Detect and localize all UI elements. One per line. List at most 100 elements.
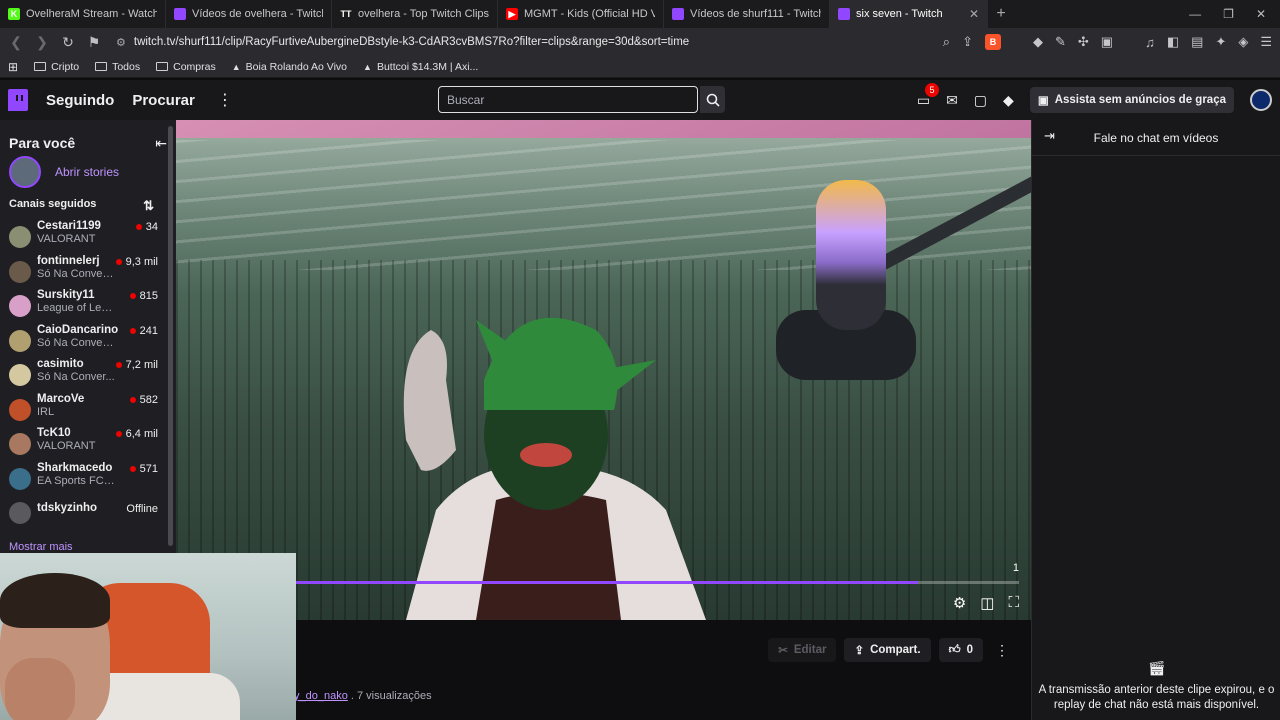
browser-tab[interactable]: Vídeos de ovelhera - Twitch [166, 0, 332, 28]
sidebar-channel[interactable]: CaioDancarino Só Na Conversa 241 [0, 324, 176, 359]
menu-icon[interactable]: ☰ [1260, 34, 1272, 50]
bookmark-label: Compras [173, 60, 216, 73]
channel-avatar [9, 295, 31, 317]
bookmark-label: Todos [112, 60, 141, 73]
forward-icon[interactable]: ❯ [34, 34, 50, 51]
sidebar-scrollbar[interactable] [168, 126, 173, 546]
clapperboard-icon: 🎬︎ [1147, 660, 1166, 676]
maximize-icon[interactable]: ❐ [1223, 7, 1234, 21]
search-input[interactable]: Buscar [438, 86, 698, 113]
browse-link[interactable]: Procurar [132, 92, 195, 109]
seek-bar[interactable] [176, 581, 1019, 584]
bookmark-item[interactable]: Compras [156, 61, 216, 73]
stories-label[interactable]: Abrir stories [55, 165, 119, 179]
notifications-icon[interactable]: ▭ 5 [917, 82, 940, 109]
more-options-icon[interactable]: ⋮ [991, 642, 1013, 659]
site-info-icon[interactable]: ⚙ [116, 36, 126, 49]
extension-icon[interactable]: ◆ [1033, 34, 1043, 50]
scissors-icon: ✂ [778, 645, 788, 657]
sidebar-channel[interactable]: Cestari1199 VALORANT 34 [0, 220, 176, 255]
like-button[interactable]: 👍︎ 0 [938, 638, 983, 662]
music-icon[interactable]: ♫ [1145, 35, 1155, 50]
zoom-icon[interactable]: ⌕ [943, 34, 950, 50]
brave-shield-icon[interactable]: B [984, 34, 1001, 50]
channel-list: Cestari1199 VALORANT 34 fontinnelerj Só Na C… [0, 220, 176, 531]
search-button[interactable] [700, 86, 725, 113]
close-tab-icon[interactable]: ✕ [969, 7, 979, 21]
apps-icon[interactable]: ⊞ [8, 60, 18, 74]
video-player[interactable]: 1 ⚙ ◫ ⛶ [176, 120, 1031, 620]
viewer-count: 571 [129, 463, 158, 475]
share-icon[interactable]: ⇪ [962, 34, 973, 50]
close-window-icon[interactable]: ✕ [1256, 7, 1266, 21]
bookmark-item[interactable]: ▲ Boia Rolando Ao Vivo [232, 61, 347, 73]
folder-icon [156, 62, 169, 71]
sidebar-channel[interactable]: Sharkmacedo EA Sports FC 26 571 [0, 462, 176, 497]
sidebar-channel[interactable]: casimito Só Na Conver... 7,2 mil [0, 358, 176, 393]
bookmark-item[interactable]: ▲ Buttcoi $14.3M | Axi... [363, 61, 478, 73]
notification-badge: 5 [925, 82, 940, 97]
window-controls: — ❐ ✕ [1189, 7, 1280, 21]
twitch-logo-icon[interactable] [8, 89, 28, 111]
extension-icon[interactable]: ✎ [1055, 34, 1066, 50]
chat-title: Fale no chat em vídeos [1093, 130, 1219, 145]
user-avatar[interactable] [1250, 89, 1272, 111]
browser-tab[interactable]: Vídeos de shurf111 - Twitch [664, 0, 830, 28]
channel-category: Só Na Conver... [37, 371, 115, 383]
minimize-icon[interactable]: — [1189, 7, 1201, 21]
more-menu-icon[interactable]: ⋮ [217, 90, 233, 110]
sidebar-channel[interactable]: tdskyzinho Offline [0, 496, 176, 531]
sidebar-channel[interactable]: MarcoVe IRL 582 [0, 393, 176, 428]
share-button[interactable]: ⇪ Compart. [844, 638, 931, 662]
browser-tab[interactable]: ▶ MGMT - Kids (Official HD Video) - Yo [498, 0, 664, 28]
theatre-mode-icon[interactable]: ◫ [980, 594, 994, 612]
url-field[interactable]: ⚙ twitch.tv/shurf111/clip/RacyFurtiveAub… [112, 31, 933, 53]
channel-name: Cestari1199 [37, 220, 101, 232]
live-dot-icon [115, 431, 122, 437]
edit-button[interactable]: ✂ Editar [768, 638, 837, 662]
collapse-sidebar-icon[interactable]: ⇤ [155, 135, 167, 152]
browser-tab[interactable]: K OvelheraM Stream - Watch Live on K [0, 0, 166, 28]
live-dot-icon [129, 327, 136, 334]
browser-tab[interactable]: six seven - Twitch ✕ [830, 0, 988, 28]
address-bar: ❮ ❯ ↻ ⚑ ⚙ twitch.tv/shurf111/clip/RacyFu… [0, 28, 1280, 56]
channel-name: Sharkmacedo [37, 461, 113, 474]
story-avatar[interactable] [9, 156, 41, 188]
sidebar-channel[interactable]: TcK10 VALORANT 6,4 mil [0, 427, 176, 462]
new-tab-button[interactable]: + [988, 5, 1014, 23]
channel-category: VALORANT [37, 440, 96, 452]
following-link[interactable]: Seguindo [46, 92, 114, 109]
ad-free-button[interactable]: ▣ Assista sem anúncios de graça [1029, 87, 1234, 113]
tab-label: OvelheraM Stream - Watch Live on K [26, 8, 157, 20]
whispers-icon[interactable]: ▢ [974, 92, 987, 109]
sidebar-icon[interactable]: ◧ [1167, 34, 1179, 50]
settings-icon[interactable]: ⚙ [953, 594, 966, 612]
stories-row[interactable]: Abrir stories [0, 156, 176, 188]
bookmark-item[interactable]: Todos [95, 61, 140, 73]
back-icon[interactable]: ❮ [8, 34, 24, 51]
bits-icon[interactable]: ◆ [1003, 92, 1014, 109]
wallet-icon[interactable]: ▤ [1191, 34, 1203, 50]
clip-creator-link[interactable]: y_do_nako [294, 690, 348, 702]
extension-icon[interactable]: ▣ [1101, 34, 1113, 50]
viewer-count-text: 7,2 mil [125, 359, 158, 371]
sort-icon[interactable]: ⇅ [143, 198, 154, 214]
viewer-count: Offline [126, 503, 158, 515]
reload-icon[interactable]: ↻ [60, 34, 76, 51]
channel-name: CaioDancarino [37, 323, 119, 336]
tab-favicon-icon [174, 8, 186, 20]
collapse-chat-icon[interactable]: ⇥ [1044, 128, 1055, 144]
search-icon [706, 93, 720, 107]
ai-icon[interactable]: ✦ [1215, 34, 1226, 50]
bookmark-item[interactable]: Cripto [34, 61, 79, 73]
site-icon: ▲ [363, 61, 372, 72]
inbox-icon[interactable]: ✉ [946, 92, 958, 109]
sidebar-channel[interactable]: fontinnelerj Só Na Convers... 9,3 mil [0, 255, 176, 290]
channel-category: Só Na Convers... [37, 267, 117, 280]
sidebar-channel[interactable]: Surskity11 League of Lege... 815 [0, 289, 176, 324]
fullscreen-icon[interactable]: ⛶ [1008, 594, 1019, 612]
vpn-icon[interactable]: ◈ [1238, 34, 1248, 50]
bookmark-icon[interactable]: ⚑ [86, 34, 102, 51]
browser-tab[interactable]: TT ovelhera - Top Twitch Clips - TwitchTr [332, 0, 498, 28]
puzzle-icon[interactable]: ✣ [1078, 34, 1089, 50]
